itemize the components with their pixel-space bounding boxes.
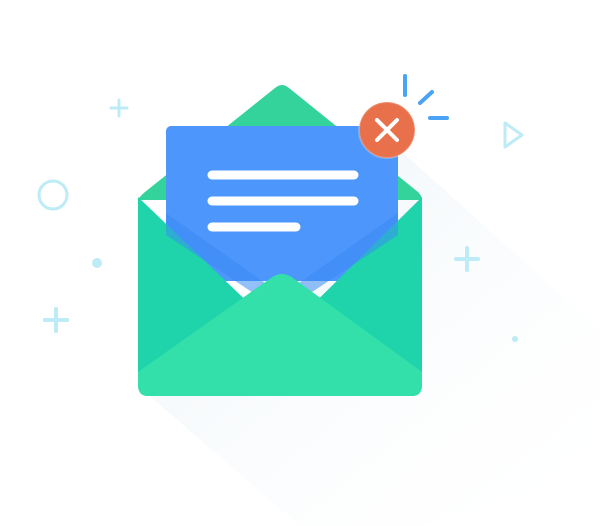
dot-icon bbox=[92, 258, 102, 268]
close-icon bbox=[358, 101, 416, 159]
plus-icon bbox=[109, 98, 129, 118]
circle-icon bbox=[37, 179, 69, 211]
envelope-open-icon bbox=[37, 74, 600, 526]
plus-icon bbox=[43, 307, 69, 333]
empty-state-illustration bbox=[0, 0, 612, 526]
alert-rays bbox=[403, 74, 449, 120]
play-icon bbox=[503, 121, 524, 149]
dot-icon bbox=[512, 336, 518, 342]
